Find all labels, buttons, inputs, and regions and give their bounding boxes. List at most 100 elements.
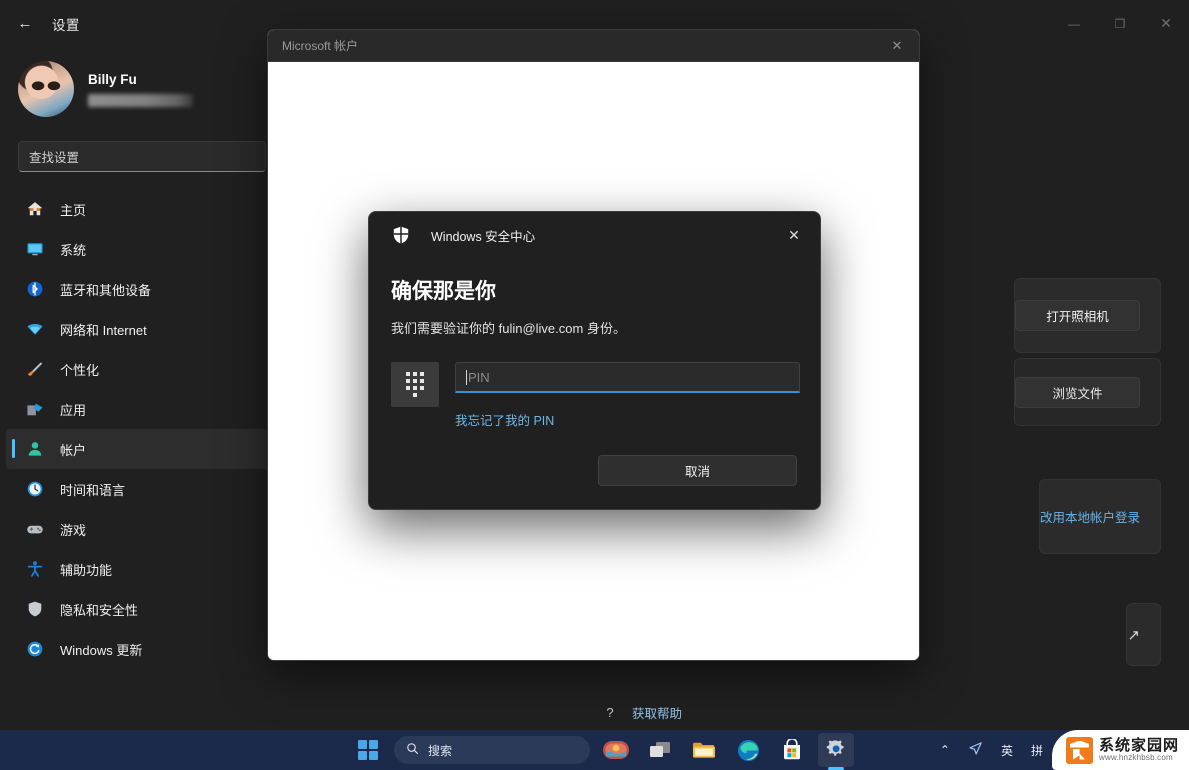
pin-placeholder: PIN [468, 369, 490, 385]
back-arrow-icon: ← [17, 15, 33, 32]
external-link-icon[interactable]: ↗ [1127, 626, 1140, 644]
settings-icon[interactable] [818, 733, 854, 767]
avatar [18, 61, 74, 117]
widgets-icon[interactable] [598, 733, 634, 767]
pin-input[interactable]: PIN [455, 362, 800, 393]
windows-security-shield-icon [391, 225, 411, 245]
search-input[interactable]: 查找设置 [18, 141, 266, 172]
brush-icon [24, 359, 46, 379]
sidebar-item-label: 系统 [60, 242, 87, 258]
sidebar-item-2[interactable]: 系统 [6, 229, 272, 269]
taskbar-search-placeholder: 搜索 [428, 743, 453, 758]
file-explorer-icon[interactable] [686, 733, 722, 767]
profile-email-redacted [88, 93, 193, 107]
security-dialog-heading: 确保那是你 [391, 280, 496, 303]
task-view-icon[interactable] [642, 733, 678, 767]
taskbar-center: 搜索 [350, 733, 854, 767]
tray-expand-chevron-icon[interactable]: ⌃ [931, 743, 959, 757]
sidebar-item-label: Windows 更新 [60, 642, 143, 658]
close-button[interactable]: ✕ [1143, 0, 1189, 47]
account-icon [24, 439, 46, 459]
close-icon: ✕ [1160, 15, 1172, 31]
system-tray: ⌃ 英 拼 系统家园网 www.hnzkhbsb.com [931, 730, 1189, 770]
get-help-label[interactable]: 获取帮助 [632, 703, 682, 722]
cancel-button[interactable]: 取消 [598, 455, 797, 486]
sidebar-item-5[interactable]: 个性化 [6, 349, 272, 389]
window-controls: — ❐ ✕ [1051, 0, 1189, 47]
external-link-card[interactable]: ↗ [1126, 603, 1161, 666]
help-icon: ? [606, 704, 614, 720]
text-caret [466, 369, 467, 385]
maximize-button[interactable]: ❐ [1097, 0, 1143, 47]
wifi-icon [24, 319, 46, 339]
sidebar-item-7[interactable]: 帐户 [6, 429, 272, 469]
sidebar: Billy Fu 查找设置 主页系统蓝牙和其他设备 网络和 Internet 个性化… [0, 47, 278, 730]
watermark-text: 系统家园网 www.hnzkhbsb.com [1099, 738, 1179, 762]
taskbar: 搜索 ⌃ 英 拼 系统家园网 www.hnzkhbsb.com [0, 730, 1189, 770]
shield-icon [24, 599, 46, 619]
search-icon [406, 742, 419, 758]
get-help[interactable]: ? 获取帮助 [600, 702, 682, 722]
sidebar-item-12[interactable]: Windows 更新 [6, 629, 272, 669]
ms-account-close-button[interactable]: ✕ [875, 30, 919, 62]
profile-text: Billy Fu [88, 72, 193, 107]
bluetooth-icon [24, 279, 46, 299]
windows-security-dialog: Windows 安全中心 ✕ 确保那是你 我们需要验证你的 fulin@live… [368, 211, 821, 510]
display-icon [24, 239, 46, 259]
local-account-link[interactable]: 改用本地帐户登录 [1040, 507, 1140, 526]
sidebar-item-6[interactable]: 应用 [6, 389, 272, 429]
taskbar-search[interactable]: 搜索 [394, 736, 590, 764]
watermark-url: www.hnzkhbsb.com [1098, 752, 1173, 762]
screen-root: ← 设置 — ❐ ✕ Billy Fu 查找设置 主页 系统 蓝牙和其他设备 网… [0, 0, 1189, 770]
microsoft-store-icon[interactable] [774, 733, 810, 767]
close-icon: ✕ [788, 226, 800, 243]
sidebar-item-9[interactable]: 游戏 [6, 509, 272, 549]
minimize-button[interactable]: — [1051, 0, 1097, 47]
sidebar-item-1[interactable]: 主页 [6, 189, 272, 229]
windows-logo-icon [358, 740, 378, 760]
close-icon: ✕ [891, 37, 903, 53]
open-camera-button[interactable]: 打开照相机 [1015, 300, 1140, 331]
ime-pinyin-indicator[interactable]: 拼 [1022, 742, 1052, 759]
network-icon[interactable] [959, 741, 992, 759]
gamepad-icon [24, 519, 46, 539]
sidebar-item-11[interactable]: 隐私和安全性 [6, 589, 272, 629]
maximize-icon: ❐ [1114, 16, 1126, 31]
profile-name: Billy Fu [88, 71, 137, 87]
security-dialog-app-name: Windows 安全中心 [431, 229, 536, 244]
ms-account-title: Microsoft 帐户 [282, 39, 359, 53]
start-button[interactable] [350, 733, 386, 767]
sidebar-item-label: 网络和 Internet [60, 322, 147, 338]
edge-icon[interactable] [730, 733, 766, 767]
sidebar-item-label: 辅助功能 [60, 562, 113, 578]
sidebar-item-label: 帐户 [60, 442, 87, 458]
update-icon [24, 639, 46, 659]
clock-icon [24, 479, 46, 499]
sidebar-item-4[interactable]: 网络和 Internet [6, 309, 272, 349]
camera-card: 打开照相机 [1014, 278, 1161, 353]
search-value: 查找设置 [29, 151, 80, 165]
sidebar-item-label: 主页 [60, 202, 87, 218]
watermark-name: 系统家园网 [1098, 736, 1179, 754]
watermark-badge: 系统家园网 www.hnzkhbsb.com [1051, 730, 1189, 770]
sidebar-item-8[interactable]: 时间和语言 [6, 469, 272, 509]
sidebar-item-label: 隐私和安全性 [60, 602, 139, 618]
apps-icon [24, 399, 46, 419]
security-dialog-close-button[interactable]: ✕ [774, 218, 814, 252]
sidebar-item-label: 游戏 [60, 522, 87, 538]
back-button[interactable]: ← [9, 8, 41, 40]
profile-card[interactable]: Billy Fu [0, 47, 278, 117]
sidebar-item-3[interactable]: 蓝牙和其他设备 [6, 269, 272, 309]
browse-files-button[interactable]: 浏览文件 [1015, 376, 1140, 408]
sidebar-item-label: 蓝牙和其他设备 [60, 282, 152, 298]
browse-files-card: 浏览文件 [1014, 358, 1161, 426]
security-dialog-header: Windows 安全中心 ✕ [369, 212, 820, 258]
forgot-pin-link[interactable]: 我忘记了我的 PIN [455, 410, 800, 429]
ime-mode-indicator[interactable]: 英 [992, 742, 1022, 759]
home-icon [24, 199, 46, 219]
sidebar-item-10[interactable]: 辅助功能 [6, 549, 272, 589]
local-account-card: 改用本地帐户登录 [1038, 479, 1161, 554]
page-title: 设置 [52, 17, 80, 33]
accessibility-icon [24, 559, 46, 579]
sidebar-nav: 主页系统蓝牙和其他设备 网络和 Internet 个性化 应用帐户时间和语言游戏辅助功… [0, 189, 278, 669]
